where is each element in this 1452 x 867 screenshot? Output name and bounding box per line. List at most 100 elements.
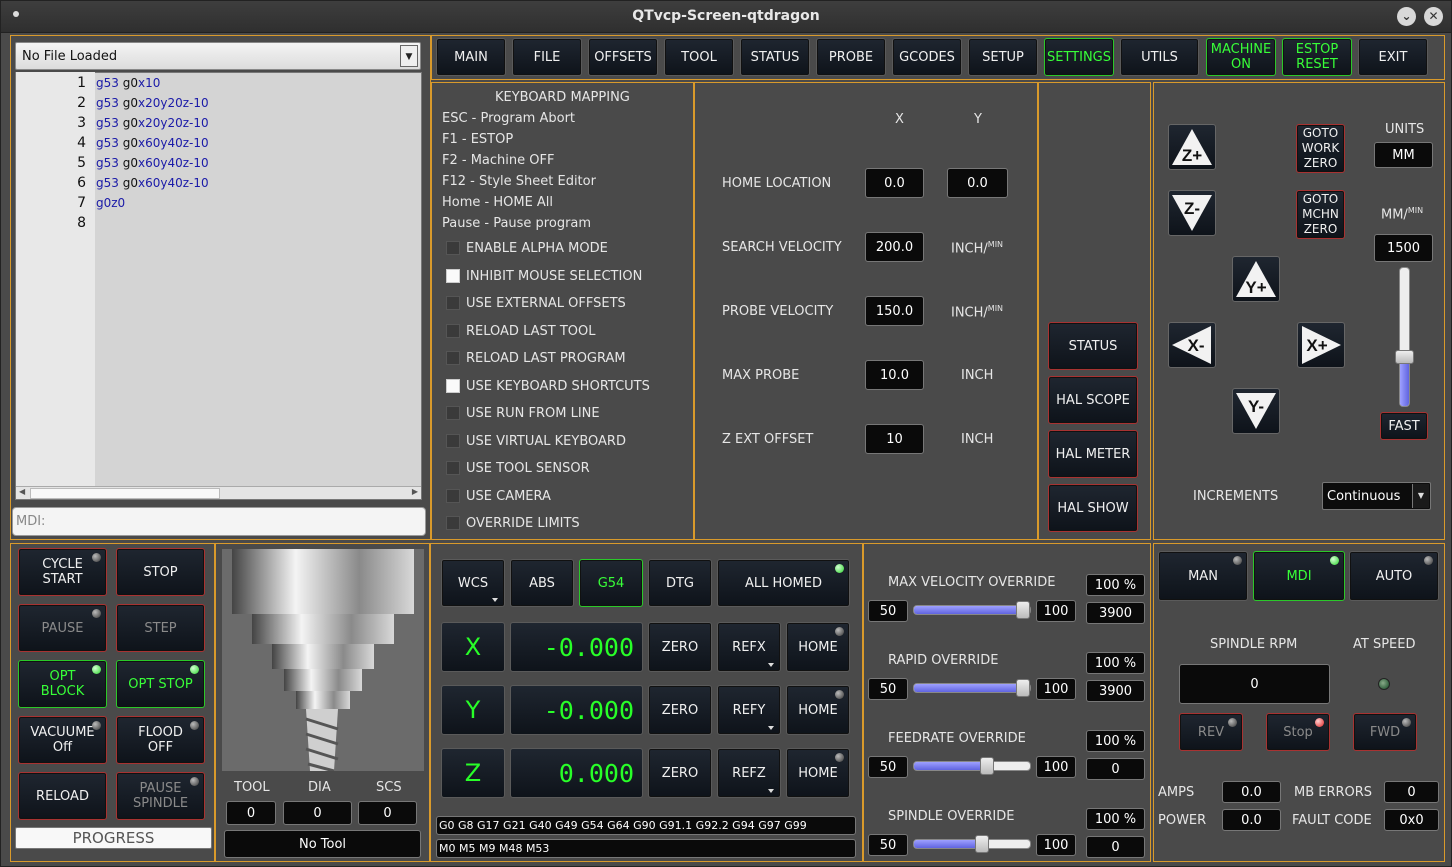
increments-select[interactable]: Continuous ▼ bbox=[1322, 482, 1431, 510]
jog-y-plus-button[interactable]: Y+ bbox=[1232, 256, 1280, 302]
dtg-button[interactable]: DTG bbox=[648, 559, 712, 607]
option-checkbox[interactable] bbox=[446, 268, 460, 283]
option-checkbox[interactable] bbox=[446, 488, 460, 503]
jog-rate-field[interactable]: 1500 bbox=[1374, 234, 1433, 262]
chevron-down-icon[interactable]: ▼ bbox=[1412, 484, 1429, 508]
mdi-mode-button[interactable]: MDI bbox=[1253, 551, 1345, 601]
cycle-start-button[interactable]: CYCLE START bbox=[18, 548, 107, 596]
axis-z-button[interactable]: Z bbox=[441, 748, 505, 798]
jog-rate-slider[interactable] bbox=[1395, 267, 1414, 407]
option-checkbox[interactable] bbox=[446, 461, 460, 475]
option-checkbox[interactable] bbox=[446, 241, 460, 255]
pause-spindle-button[interactable]: PAUSE SPINDLE bbox=[116, 772, 205, 820]
axis-y-button[interactable]: Y bbox=[441, 685, 505, 735]
gcode-line[interactable]: g53 g0x20y20z-10 bbox=[96, 116, 209, 130]
home-z-button[interactable]: HOME bbox=[786, 748, 850, 798]
zero-y-button[interactable]: ZERO bbox=[648, 685, 712, 735]
search-velocity-field[interactable]: 200.0 bbox=[865, 232, 924, 262]
fast-button[interactable]: FAST bbox=[1380, 412, 1428, 440]
home-y-button[interactable]: HOME bbox=[786, 685, 850, 735]
goto-machine-zero-button[interactable]: GOTO MCHN ZERO bbox=[1296, 190, 1345, 239]
z-ext-offset-field[interactable]: 10 bbox=[865, 424, 924, 454]
scroll-right-icon[interactable]: ▶ bbox=[412, 487, 418, 496]
tab-main[interactable]: MAIN bbox=[436, 38, 506, 76]
stop-button[interactable]: STOP bbox=[116, 548, 205, 596]
override-min-button[interactable]: 50 bbox=[868, 600, 908, 622]
side-button-hal-meter[interactable]: HAL METER bbox=[1048, 430, 1138, 478]
g54-button[interactable]: G54 bbox=[579, 559, 643, 607]
tab-machine-on[interactable]: MACHINE ON bbox=[1206, 38, 1276, 76]
horizontal-scrollbar[interactable]: ◀ ▶ bbox=[16, 486, 421, 499]
tab-probe[interactable]: PROBE bbox=[816, 38, 886, 76]
jog-x-plus-button[interactable]: X+ bbox=[1297, 322, 1345, 368]
side-button-hal-scope[interactable]: HAL SCOPE bbox=[1048, 376, 1138, 424]
axis-x-button[interactable]: X bbox=[441, 622, 505, 672]
override-min-button[interactable]: 50 bbox=[868, 678, 908, 700]
override-max-button[interactable]: 100 bbox=[1036, 756, 1076, 778]
mdi-input[interactable]: MDI: bbox=[12, 507, 426, 536]
gcode-line[interactable]: g53 g0x10 bbox=[96, 76, 160, 90]
tab-exit[interactable]: EXIT bbox=[1358, 38, 1428, 76]
abs-button[interactable]: ABS bbox=[510, 559, 574, 607]
gcode-line[interactable]: g53 g0x60y40z-10 bbox=[96, 136, 209, 150]
override-slider-handle[interactable] bbox=[1016, 679, 1030, 697]
gcode-line[interactable]: g53 g0x60y40z-10 bbox=[96, 156, 209, 170]
override-slider-handle[interactable] bbox=[975, 835, 990, 853]
ref-z-button[interactable]: REFZ bbox=[717, 748, 781, 798]
max-probe-field[interactable]: 10.0 bbox=[865, 360, 924, 390]
override-max-button[interactable]: 100 bbox=[1036, 600, 1076, 622]
override-slider[interactable] bbox=[913, 757, 1031, 775]
tab-offsets[interactable]: OFFSETS bbox=[588, 38, 658, 76]
close-icon[interactable]: ✕ bbox=[1424, 7, 1443, 26]
jog-y-minus-button[interactable]: Y- bbox=[1232, 388, 1280, 434]
tab-utils[interactable]: UTILS bbox=[1120, 38, 1199, 76]
wcs-button[interactable]: WCS bbox=[441, 559, 505, 607]
probe-velocity-field[interactable]: 150.0 bbox=[865, 296, 924, 326]
tab-gcodes[interactable]: GCODES bbox=[892, 38, 962, 76]
tab-file[interactable]: FILE bbox=[512, 38, 582, 76]
tab-settings[interactable]: SETTINGS bbox=[1044, 38, 1114, 76]
jog-rate-slider-handle[interactable] bbox=[1395, 350, 1414, 364]
spindle-fwd-button[interactable]: FWD bbox=[1353, 713, 1417, 751]
flood-button[interactable]: FLOOD OFF bbox=[116, 716, 205, 764]
chevron-down-icon[interactable]: ▼ bbox=[400, 45, 418, 67]
ref-y-button[interactable]: REFY bbox=[717, 685, 781, 735]
ref-x-button[interactable]: REFX bbox=[717, 622, 781, 672]
file-combo[interactable]: No File Loaded ▼ bbox=[15, 42, 421, 70]
scroll-left-icon[interactable]: ◀ bbox=[19, 487, 25, 496]
jog-z-plus-button[interactable]: Z+ bbox=[1168, 124, 1216, 170]
side-button-status[interactable]: STATUS bbox=[1048, 322, 1138, 370]
override-max-button[interactable]: 100 bbox=[1036, 678, 1076, 700]
home-x-field[interactable]: 0.0 bbox=[865, 168, 924, 198]
opt-stop-button[interactable]: OPT STOP bbox=[116, 660, 205, 708]
auto-mode-button[interactable]: AUTO bbox=[1349, 551, 1439, 601]
reload-button[interactable]: RELOAD bbox=[18, 772, 107, 820]
zero-x-button[interactable]: ZERO bbox=[648, 622, 712, 672]
tab-tool[interactable]: TOOL bbox=[664, 38, 734, 76]
gcode-line[interactable]: g53 g0x20y20z-10 bbox=[96, 96, 209, 110]
override-slider[interactable] bbox=[913, 679, 1031, 697]
home-x-button[interactable]: HOME bbox=[786, 622, 850, 672]
option-checkbox[interactable] bbox=[446, 296, 460, 310]
override-slider-handle[interactable] bbox=[980, 757, 995, 775]
scrollbar-handle[interactable] bbox=[30, 488, 220, 499]
step-button[interactable]: STEP bbox=[116, 604, 205, 652]
zero-z-button[interactable]: ZERO bbox=[648, 748, 712, 798]
tab-setup[interactable]: SETUP bbox=[968, 38, 1038, 76]
opt-block-button[interactable]: OPT BLOCK bbox=[18, 660, 107, 708]
man-mode-button[interactable]: MAN bbox=[1158, 551, 1248, 601]
option-checkbox[interactable] bbox=[446, 516, 460, 530]
option-checkbox[interactable] bbox=[446, 406, 460, 420]
all-homed-button[interactable]: ALL HOMED bbox=[717, 559, 850, 607]
spindle-rev-button[interactable]: REV bbox=[1179, 713, 1243, 751]
minimize-icon[interactable]: ⌄ bbox=[1397, 7, 1416, 26]
gcode-line[interactable]: g0z0 bbox=[96, 196, 125, 210]
tab-status[interactable]: STATUS bbox=[740, 38, 810, 76]
goto-work-zero-button[interactable]: GOTO WORK ZERO bbox=[1296, 124, 1345, 173]
spindle-stop-button[interactable]: Stop bbox=[1266, 713, 1330, 751]
option-checkbox[interactable] bbox=[446, 433, 460, 448]
jog-x-minus-button[interactable]: X- bbox=[1168, 322, 1216, 368]
option-checkbox[interactable] bbox=[446, 351, 460, 365]
override-min-button[interactable]: 50 bbox=[868, 834, 908, 856]
pause-button[interactable]: PAUSE bbox=[18, 604, 107, 652]
